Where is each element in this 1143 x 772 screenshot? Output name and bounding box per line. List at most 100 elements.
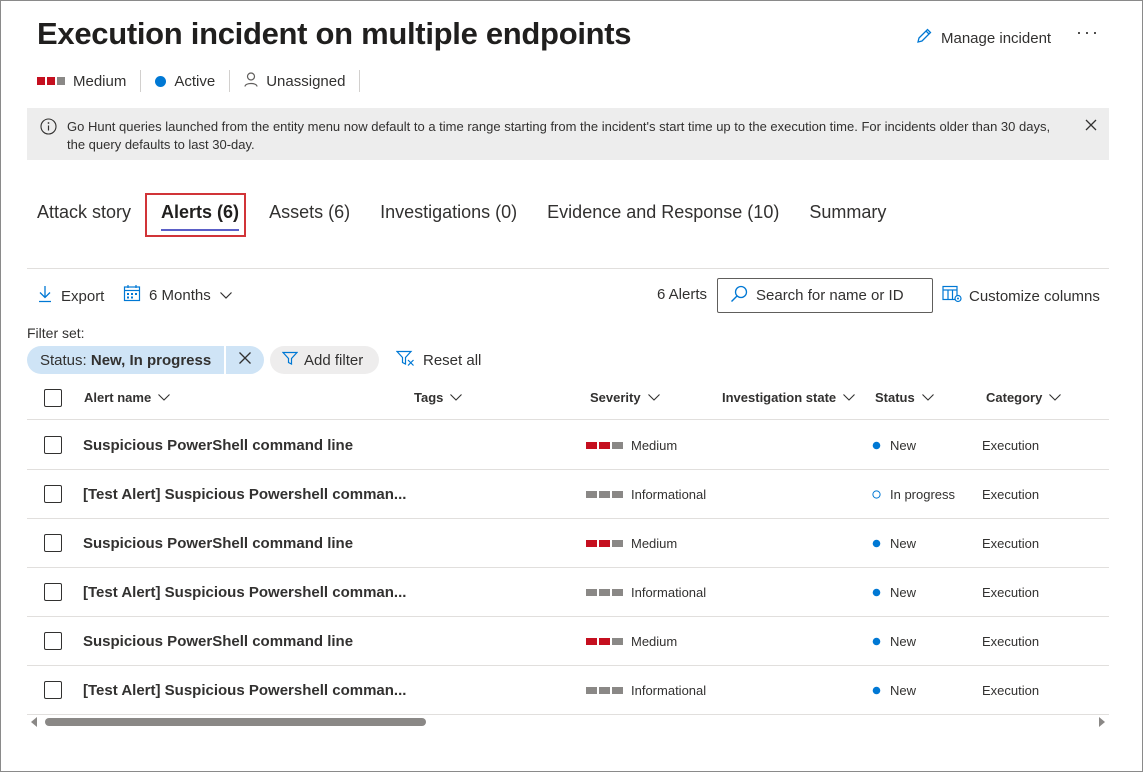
export-button[interactable]: Export bbox=[37, 285, 104, 307]
row-checkbox-cell[interactable] bbox=[44, 421, 62, 469]
select-all-checkbox-cell[interactable] bbox=[44, 376, 62, 419]
category-text: Execution bbox=[982, 584, 1040, 600]
search-input[interactable]: Search for name or ID bbox=[717, 278, 933, 313]
category-text: Execution bbox=[982, 535, 1040, 551]
filter-set-label: Filter set: bbox=[27, 325, 85, 341]
status-indicator: Active bbox=[155, 70, 231, 92]
remove-filter-button[interactable] bbox=[226, 346, 265, 374]
banner-text: Go Hunt queries launched from the entity… bbox=[67, 119, 1051, 152]
alert-name-link[interactable]: [Test Alert] Suspicious Powershell comma… bbox=[83, 584, 406, 601]
manage-incident-label: Manage incident bbox=[941, 29, 1052, 47]
category-cell: Execution bbox=[982, 470, 1039, 518]
category-text: Execution bbox=[982, 682, 1040, 698]
manage-incident-button[interactable]: Manage incident bbox=[915, 27, 1051, 49]
close-icon bbox=[238, 351, 252, 369]
person-icon bbox=[244, 71, 258, 91]
search-icon bbox=[730, 285, 748, 307]
row-checkbox[interactable] bbox=[44, 681, 62, 699]
assignee-indicator[interactable]: Unassigned bbox=[244, 70, 361, 92]
add-filter-button[interactable]: Add filter bbox=[270, 346, 380, 374]
category-text: Execution bbox=[982, 633, 1040, 649]
chevron-down-icon bbox=[1048, 390, 1062, 405]
scrollbar-thumb[interactable] bbox=[45, 718, 426, 726]
status-text: New bbox=[890, 437, 917, 453]
row-checkbox-cell[interactable] bbox=[44, 470, 62, 518]
chevron-down-icon bbox=[157, 390, 171, 405]
row-checkbox-cell[interactable] bbox=[44, 519, 62, 567]
status-label: Active bbox=[174, 72, 216, 90]
row-checkbox-cell[interactable] bbox=[44, 666, 62, 714]
severity-cell: Medium bbox=[586, 519, 677, 567]
tab-assets[interactable]: Assets (6) bbox=[269, 202, 350, 223]
status-dot-icon bbox=[872, 686, 881, 695]
tab-evidence-response[interactable]: Evidence and Response (10) bbox=[547, 202, 779, 223]
search-placeholder: Search for name or ID bbox=[756, 287, 904, 304]
scroll-right-arrow-icon[interactable] bbox=[1099, 717, 1105, 727]
alert-name-cell[interactable]: [Test Alert] Suspicious Powershell comma… bbox=[83, 568, 406, 616]
alert-name-link[interactable]: Suspicious PowerShell command line bbox=[83, 633, 353, 650]
chevron-down-icon bbox=[647, 390, 661, 405]
severity-cell: Informational bbox=[586, 568, 706, 616]
time-range-dropdown[interactable]: 6 Months bbox=[123, 284, 233, 306]
tab-investigations[interactable]: Investigations (0) bbox=[380, 202, 517, 223]
alert-name-link[interactable]: [Test Alert] Suspicious Powershell comma… bbox=[83, 682, 406, 699]
close-icon[interactable] bbox=[1084, 118, 1098, 135]
alert-name-link[interactable]: Suspicious PowerShell command line bbox=[83, 535, 353, 552]
col-severity[interactable]: Severity bbox=[590, 376, 661, 419]
col-investigation-state[interactable]: Investigation state bbox=[722, 376, 856, 419]
alert-name-link[interactable]: [Test Alert] Suspicious Powershell comma… bbox=[83, 486, 406, 503]
tab-summary[interactable]: Summary bbox=[809, 202, 886, 223]
status-dot-icon bbox=[155, 75, 167, 87]
scroll-left-arrow-icon[interactable] bbox=[31, 717, 37, 727]
status-filter-pill[interactable]: Status: New, In progress bbox=[27, 346, 265, 374]
select-all-checkbox[interactable] bbox=[44, 388, 62, 407]
add-filter-label: Add filter bbox=[304, 351, 364, 369]
table-row[interactable]: Suspicious PowerShell command line Medium… bbox=[27, 519, 1109, 568]
assignee-label: Unassigned bbox=[266, 72, 346, 90]
col-category[interactable]: Category bbox=[986, 376, 1062, 419]
status-cell: New bbox=[872, 421, 916, 469]
tab-attack-story[interactable]: Attack story bbox=[37, 202, 131, 223]
col-alert-name[interactable]: Alert name bbox=[84, 376, 171, 419]
reset-all-button[interactable]: Reset all bbox=[395, 350, 482, 371]
col-tags-label: Tags bbox=[414, 390, 444, 405]
col-status[interactable]: Status bbox=[875, 376, 935, 419]
severity-text: Medium bbox=[631, 535, 678, 551]
info-icon bbox=[40, 118, 57, 138]
alert-name-cell[interactable]: Suspicious PowerShell command line bbox=[83, 617, 353, 665]
col-tags[interactable]: Tags bbox=[414, 376, 463, 419]
reset-all-label: Reset all bbox=[423, 352, 482, 369]
row-checkbox[interactable] bbox=[44, 436, 62, 454]
alert-count: 6 Alerts bbox=[657, 286, 708, 303]
table-row[interactable]: [Test Alert] Suspicious Powershell comma… bbox=[27, 568, 1109, 617]
table-row[interactable]: [Test Alert] Suspicious Powershell comma… bbox=[27, 470, 1109, 519]
alert-name-cell[interactable]: [Test Alert] Suspicious Powershell comma… bbox=[83, 666, 406, 714]
alert-name-cell[interactable]: Suspicious PowerShell command line bbox=[83, 519, 353, 567]
row-checkbox-cell[interactable] bbox=[44, 617, 62, 665]
row-checkbox[interactable] bbox=[44, 485, 62, 503]
alert-name-cell[interactable]: [Test Alert] Suspicious Powershell comma… bbox=[83, 470, 406, 518]
col-investigation-label: Investigation state bbox=[722, 390, 837, 405]
tab-alerts[interactable]: Alerts (6) bbox=[145, 193, 247, 237]
alert-name-cell[interactable]: Suspicious PowerShell command line bbox=[83, 421, 353, 469]
row-checkbox[interactable] bbox=[44, 583, 62, 601]
divider bbox=[27, 268, 1109, 269]
table-row[interactable]: [Test Alert] Suspicious Powershell comma… bbox=[27, 666, 1109, 715]
table-row[interactable]: Suspicious PowerShell command line Medium… bbox=[27, 617, 1109, 666]
status-filter-text[interactable]: Status: New, In progress bbox=[27, 346, 225, 374]
row-checkbox-cell[interactable] bbox=[44, 568, 62, 616]
row-checkbox[interactable] bbox=[44, 632, 62, 650]
horizontal-scrollbar[interactable] bbox=[27, 714, 1109, 730]
severity-bars-icon bbox=[586, 686, 623, 694]
chevron-down-icon bbox=[842, 390, 856, 405]
alert-name-link[interactable]: Suspicious PowerShell command line bbox=[83, 437, 353, 454]
severity-cell: Informational bbox=[586, 666, 706, 714]
time-range-label: 6 Months bbox=[149, 286, 211, 304]
category-cell: Execution bbox=[982, 519, 1039, 567]
columns-icon bbox=[942, 285, 962, 307]
severity-cell: Medium bbox=[586, 617, 677, 665]
row-checkbox[interactable] bbox=[44, 534, 62, 552]
more-options-button[interactable]: ··· bbox=[1076, 22, 1100, 43]
customize-columns-button[interactable]: Customize columns bbox=[942, 285, 1100, 307]
table-row[interactable]: Suspicious PowerShell command line Medium… bbox=[27, 421, 1109, 470]
